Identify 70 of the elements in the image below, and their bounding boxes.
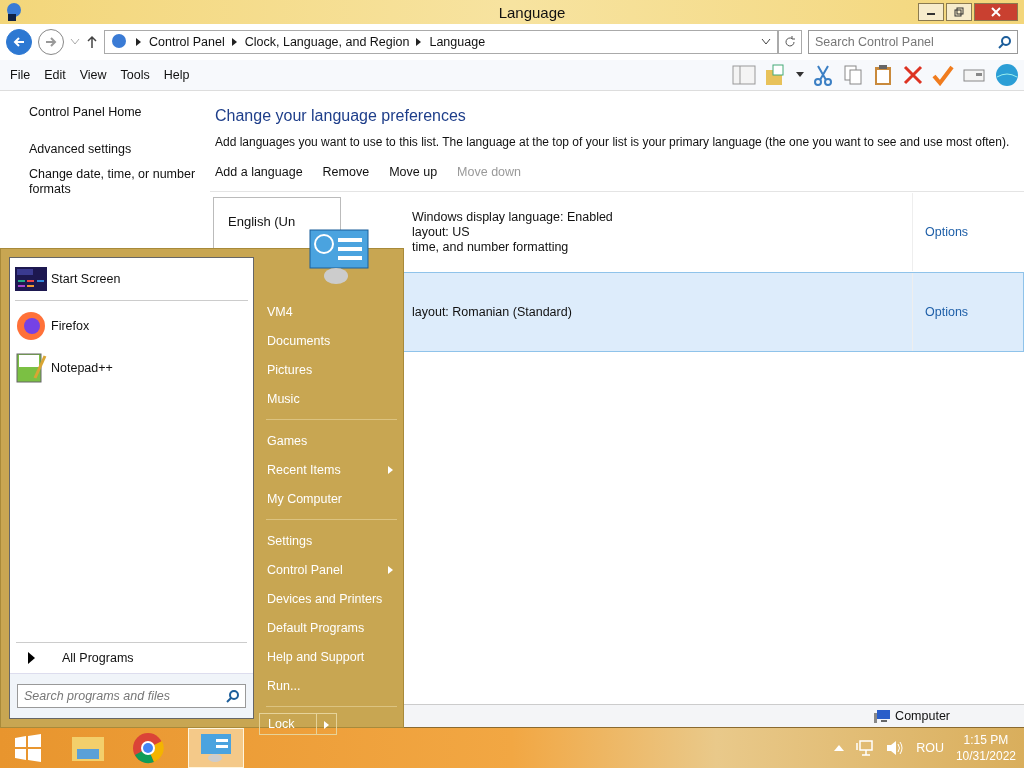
window-title: Language xyxy=(498,3,566,21)
sidebar-link[interactable]: Control Panel Home xyxy=(29,105,199,120)
search-field[interactable]: Search Control Panel xyxy=(808,30,1018,54)
toolbar-button[interactable]: Move up xyxy=(389,165,438,179)
toolbar-button[interactable]: Add a language xyxy=(215,165,303,179)
caret-icon[interactable] xyxy=(796,72,804,78)
back-arrow-icon xyxy=(12,35,26,49)
menu-item[interactable]: File xyxy=(10,68,31,82)
search-icon xyxy=(998,35,1012,49)
sidebar-link[interactable]: Advanced settings xyxy=(29,142,199,157)
control-panel-icon xyxy=(200,733,232,763)
options-link[interactable]: Options xyxy=(925,305,969,319)
menu-item[interactable]: Help xyxy=(163,68,190,82)
submenu-arrow-icon xyxy=(388,565,393,574)
maximize-button[interactable] xyxy=(946,3,972,21)
status-location: Computer xyxy=(895,709,950,723)
breadcrumb[interactable]: Language xyxy=(429,35,486,49)
refresh-icon xyxy=(784,36,796,48)
language-detail: Windows display language: Enabled xyxy=(412,209,614,225)
menu-item[interactable]: Edit xyxy=(44,68,66,82)
language-detail: time, and number formatting xyxy=(412,239,570,255)
copy-icon[interactable] xyxy=(842,64,864,86)
description-text: Add languages you want to use to this list. The language at the top of your list is your primary language (the one you want to see and use most often). xyxy=(215,135,1011,149)
globe-icon[interactable] xyxy=(994,63,1020,87)
menu-item[interactable]: View xyxy=(79,68,107,82)
checkmark-icon[interactable] xyxy=(932,64,954,86)
dropdown-caret-icon[interactable] xyxy=(761,38,771,46)
start-screen-icon xyxy=(15,267,47,291)
chevron-icon xyxy=(231,38,238,46)
chrome-icon xyxy=(132,732,164,764)
search-field[interactable]: Search programs and files xyxy=(17,684,246,708)
triangle-icon xyxy=(28,652,36,664)
speaker-icon[interactable] xyxy=(886,740,905,756)
close-icon xyxy=(991,7,1001,17)
back-button[interactable] xyxy=(6,29,32,55)
language-detail: layout: US xyxy=(412,224,471,240)
breadcrumb[interactable]: Clock, Language, and Region xyxy=(244,35,410,49)
layout-icon[interactable] xyxy=(732,64,756,86)
address-bar[interactable]: Control Panel Clock, Language, and Region Language xyxy=(104,30,778,54)
chevron-icon xyxy=(416,38,423,46)
chevron-icon xyxy=(136,38,142,46)
close-button[interactable] xyxy=(974,3,1018,21)
windows-logo-icon xyxy=(14,734,42,762)
up-arrow-icon[interactable] xyxy=(86,35,98,49)
options-link[interactable]: Options xyxy=(925,225,969,239)
minimize-button[interactable] xyxy=(918,3,944,21)
delete-icon[interactable] xyxy=(902,64,924,86)
language-detail: layout: Romanian (Standard) xyxy=(412,304,573,320)
menu-item[interactable]: Tools xyxy=(120,68,150,82)
breadcrumb[interactable]: Control Panel xyxy=(149,35,225,49)
show-hidden-icons-icon[interactable] xyxy=(834,745,845,751)
firefox-icon xyxy=(15,310,47,342)
restore-icon xyxy=(954,7,964,17)
notepad-icon xyxy=(15,352,47,384)
sidebar-link[interactable]: Change date, time, or number formats xyxy=(29,167,199,197)
clipboard-icon[interactable] xyxy=(872,64,894,86)
page-heading: Change your language preferences xyxy=(215,107,467,125)
submenu-arrow-icon xyxy=(388,465,393,474)
pinned-program[interactable]: Start Screen xyxy=(15,258,248,301)
toolbar-button[interactable]: Remove xyxy=(322,165,370,179)
search-icon xyxy=(226,689,240,703)
taskbar-button[interactable] xyxy=(188,728,244,768)
scissors-icon[interactable] xyxy=(812,64,834,86)
refresh-button[interactable] xyxy=(778,30,802,54)
control-panel-icon xyxy=(308,228,372,286)
computer-icon xyxy=(873,709,892,723)
network-icon[interactable] xyxy=(856,740,875,756)
forward-button[interactable] xyxy=(38,29,64,55)
forward-arrow-icon xyxy=(44,35,58,49)
caret-icon xyxy=(324,720,329,729)
